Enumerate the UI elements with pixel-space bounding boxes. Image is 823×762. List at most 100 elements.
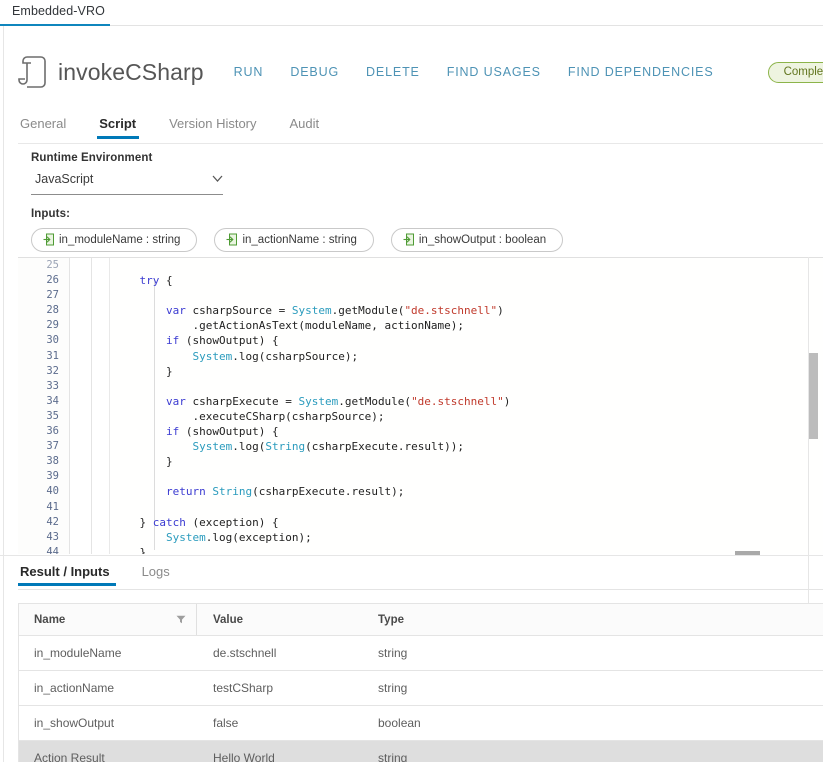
- editor-code-line: } catch (exception) {: [113, 515, 279, 529]
- editor-code-line: [113, 379, 823, 394]
- editor-marker-gutter[interactable]: [70, 258, 92, 554]
- editor-line-number: 37: [46, 440, 59, 453]
- scroll-icon: [18, 56, 46, 88]
- page-header: invokeCSharp RUN DEBUG DELETE FIND USAGE…: [18, 48, 823, 96]
- tab-version-history[interactable]: Version History: [167, 116, 273, 139]
- editor-line-number: 26: [46, 274, 59, 287]
- editor-line-number: 32: [46, 364, 59, 377]
- cell-value: false: [213, 716, 239, 730]
- runtime-environment-label: Runtime Environment: [31, 152, 153, 164]
- cell-name: in_actionName: [34, 681, 115, 695]
- editor-line-numbers: 25 26 27 28 29 30 31 32 33 34 35 36 37 38 39 40 41 42 43 44: [18, 258, 70, 554]
- table-row[interactable]: in_actionName testCSharp string: [18, 671, 823, 706]
- editor-code-line: [113, 500, 823, 515]
- editor-code-line: }: [113, 364, 173, 378]
- input-chip-show-output[interactable]: in_showOutput : boolean: [390, 228, 564, 252]
- cell-value: de.stschnell: [213, 646, 277, 660]
- editor-line-number: 27: [46, 289, 59, 302]
- code-editor[interactable]: 25 26 27 28 29 30 31 32 33 34 35 36 37 38 39 40 41 42 43 44…: [18, 257, 823, 554]
- editor-code-line: try {: [139, 274, 173, 288]
- tab-audit[interactable]: Audit: [288, 116, 337, 139]
- cell-type: boolean: [378, 716, 421, 730]
- editor-line-number: 38: [46, 455, 59, 468]
- result-panel-tabs: Result / Inputs Logs: [18, 564, 823, 590]
- editor-line-number: 40: [46, 485, 59, 498]
- status-badge: Completed: [767, 61, 823, 83]
- cell-name: in_showOutput: [34, 716, 115, 730]
- browser-tab-embedded-vro[interactable]: Embedded-VRO: [0, 0, 119, 26]
- editor-code-line: if (showOutput) {: [165, 425, 279, 439]
- editor-code-line: }: [113, 455, 173, 469]
- run-button[interactable]: RUN: [234, 65, 264, 79]
- editor-line-number: 36: [46, 425, 59, 438]
- cell-type: string: [378, 751, 408, 762]
- editor-line-number: 43: [46, 530, 59, 543]
- editor-line-number: 42: [46, 515, 59, 528]
- inputs-label: Inputs:: [31, 208, 71, 220]
- editor-code-line: System.log(csharpSource);: [192, 349, 359, 363]
- input-parameter-icon: [43, 233, 54, 246]
- inputs-chip-list: in_moduleName : string in_actionName : s…: [31, 228, 564, 252]
- editor-code-line: .getActionAsText(moduleName, actionName)…: [113, 319, 464, 333]
- editor-code-line: return String(csharpExecute.result);: [165, 485, 405, 499]
- find-dependencies-button[interactable]: FIND DEPENDENCIES: [568, 65, 714, 79]
- editor-code-line: .executeCSharp(csharpSource);: [113, 409, 385, 423]
- editor-line-number: 28: [46, 304, 59, 317]
- editor-line-number: 34: [46, 394, 59, 407]
- input-parameter-icon: [403, 233, 414, 246]
- editor-line-number: 41: [46, 500, 59, 513]
- debug-button[interactable]: DEBUG: [290, 65, 339, 79]
- input-chip-label: in_actionName : string: [242, 233, 357, 246]
- cell-type: string: [378, 646, 408, 660]
- delete-button[interactable]: DELETE: [366, 65, 420, 79]
- table-row[interactable]: in_moduleName de.stschnell string: [18, 636, 823, 671]
- editor-fold-gutter[interactable]: [92, 258, 110, 554]
- browser-tab-strip: Embedded-VRO: [0, 0, 823, 27]
- cell-name: Action Result: [34, 751, 105, 762]
- tab-script[interactable]: Script: [97, 116, 153, 139]
- runtime-environment-select[interactable]: JavaScript: [31, 172, 223, 195]
- result-panel-separator: [0, 555, 823, 556]
- tab-general[interactable]: General: [18, 116, 83, 139]
- input-parameter-icon: [226, 233, 238, 246]
- cell-type: string: [378, 681, 408, 695]
- page-content: invokeCSharp RUN DEBUG DELETE FIND USAGE…: [0, 26, 823, 762]
- tab-logs[interactable]: Logs: [140, 564, 188, 586]
- table-row-selected[interactable]: Action Result Hello World string: [18, 741, 823, 762]
- result-table: Name Value Type in_moduleName de.stschne…: [18, 603, 823, 762]
- filter-icon[interactable]: [176, 615, 186, 624]
- editor-code-line: [113, 469, 823, 484]
- editor-code-line: var csharpExecute = System.getModule("de…: [165, 394, 511, 408]
- cell-value: Hello World: [213, 751, 275, 762]
- column-header-name-label: Name: [34, 613, 66, 626]
- page-title: invokeCSharp: [58, 58, 204, 85]
- runtime-environment-value: JavaScript: [35, 172, 94, 186]
- editor-code-line: [113, 258, 823, 273]
- editor-code-line: [113, 288, 823, 303]
- editor-line-number: 30: [46, 334, 59, 347]
- column-header-value: Value: [213, 613, 244, 626]
- detail-tabs: General Script Version History Audit: [18, 116, 823, 144]
- input-chip-label: in_showOutput : boolean: [418, 233, 547, 246]
- editor-line-number: 25: [46, 259, 59, 271]
- header-actions: RUN DEBUG DELETE FIND USAGES FIND DEPEND…: [234, 61, 823, 83]
- table-row[interactable]: in_showOutput false boolean: [18, 706, 823, 741]
- input-chip-label: in_moduleName : string: [59, 233, 181, 246]
- input-chip-module-name[interactable]: in_moduleName : string: [31, 228, 198, 252]
- editor-code-line: if (showOutput) {: [165, 334, 279, 348]
- find-usages-button[interactable]: FIND USAGES: [447, 65, 541, 79]
- cell-name: in_moduleName: [34, 646, 122, 660]
- editor-line-number: 39: [46, 470, 59, 483]
- editor-code-line: System.log(exception);: [165, 530, 312, 544]
- tab-result-inputs[interactable]: Result / Inputs: [18, 564, 128, 586]
- editor-code-line: var csharpSource = System.getModule("de.…: [165, 304, 504, 318]
- editor-vertical-scrollbar-thumb[interactable]: [809, 353, 818, 439]
- editor-code-body[interactable]: try { var csharpSource = System.getModul…: [113, 258, 823, 554]
- editor-line-number: 33: [46, 379, 59, 392]
- editor-line-number: 29: [46, 319, 59, 332]
- input-chip-action-name[interactable]: in_actionName : string: [214, 228, 374, 252]
- editor-code-line: System.log(String(csharpExecute.result))…: [192, 440, 465, 454]
- editor-line-number: 35: [46, 409, 59, 422]
- page-left-rule: [3, 26, 4, 762]
- table-header-row: Name Value Type: [18, 603, 823, 636]
